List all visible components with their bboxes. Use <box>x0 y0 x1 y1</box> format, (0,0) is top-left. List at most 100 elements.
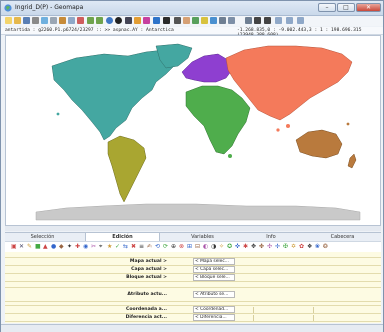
value-column-divider <box>253 307 254 313</box>
diferencia-select-button[interactable]: < Diferencia... <box>193 314 235 321</box>
edit-tool-icon[interactable]: ⟲ <box>155 244 160 250</box>
close-button[interactable]: ✕ <box>356 3 381 12</box>
world-map[interactable] <box>6 36 380 225</box>
table-icon[interactable] <box>68 17 75 24</box>
chart-icon[interactable] <box>77 17 84 24</box>
zoom-out-icon[interactable] <box>96 17 103 24</box>
edit-tool-icon[interactable]: ✠ <box>283 244 288 250</box>
link-icon[interactable] <box>219 17 226 24</box>
mapa-actual-label: Mapa actual > <box>129 259 167 264</box>
app-window: Ingrid_D(P) - Geomapa – □ ✕ antartida: … <box>0 0 384 332</box>
settings-icon[interactable] <box>245 17 252 24</box>
edit-tool-icon[interactable]: ◉ <box>83 244 88 250</box>
app-icon <box>4 4 12 12</box>
open-folder-icon[interactable] <box>14 17 21 24</box>
panel-row-diferencia: Diferencia act... < Diferencia... <box>5 314 381 322</box>
edit-properties-panel: Mapa actual > < Mapa selec... Capa actua… <box>5 252 381 323</box>
contrast-icon[interactable] <box>115 17 122 24</box>
edit-tool-icon[interactable]: ◐ <box>203 244 208 250</box>
edit-tool-icon[interactable]: ✿ <box>299 244 304 250</box>
edit-tool-icon[interactable]: ✥ <box>251 244 256 250</box>
diferencia-label: Diferencia act... <box>125 315 167 320</box>
bloque-select-button[interactable]: < Bloque sele... <box>193 274 235 281</box>
edit-tool-icon[interactable]: ◑ <box>211 244 216 250</box>
edit-tool-icon[interactable]: ▲ <box>43 244 48 250</box>
save-icon[interactable] <box>23 17 30 24</box>
edit-tool-icon[interactable]: ✡ <box>291 244 296 250</box>
help-icon[interactable] <box>228 17 235 24</box>
edit-tool-icon[interactable]: ✂ <box>91 244 96 250</box>
atributo-select-button[interactable]: < Atributo se... <box>193 291 235 298</box>
edit-tool-icon[interactable]: ⇆ <box>123 244 128 250</box>
edit-tool-icon[interactable]: ✎ <box>27 244 32 250</box>
edit-tool-icon[interactable]: ✍ <box>147 244 152 250</box>
pointer-icon[interactable] <box>174 17 181 24</box>
bold-icon[interactable] <box>254 17 261 24</box>
edit-tool-icon[interactable]: ❖ <box>307 244 312 250</box>
info-icon[interactable] <box>210 17 217 24</box>
print-icon[interactable] <box>32 17 39 24</box>
capa-actual-label: Capa actual > <box>131 267 167 272</box>
coordenada-label: Coordenada a... <box>125 307 167 312</box>
edit-tool-icon[interactable]: ✣ <box>267 244 272 250</box>
edit-tool-icon[interactable]: ✓ <box>115 244 120 250</box>
edit-tool-icon[interactable]: ✤ <box>259 244 264 250</box>
island-marker <box>228 154 232 158</box>
edit-tool-icon[interactable]: ⊕ <box>171 244 176 250</box>
extra-tools-icon[interactable] <box>297 17 304 24</box>
mapa-select-button[interactable]: < Mapa selec... <box>193 258 235 265</box>
globe-icon[interactable] <box>106 17 113 24</box>
color-icon[interactable] <box>143 17 150 24</box>
text-icon[interactable] <box>125 17 132 24</box>
map-canvas[interactable] <box>5 35 381 226</box>
window-title: Ingrid_D(P) - Geomapa <box>15 4 84 11</box>
maximize-button[interactable]: □ <box>337 3 355 12</box>
copy-icon[interactable] <box>275 17 282 24</box>
main-toolbar <box>1 16 383 26</box>
edit-tool-icon[interactable]: ✱ <box>243 244 248 250</box>
edit-tool-icon[interactable]: ■ <box>35 244 41 250</box>
format-icon[interactable] <box>286 17 293 24</box>
layers-icon[interactable] <box>41 17 48 24</box>
capa-select-button[interactable]: < Capa selec... <box>193 266 235 273</box>
edit-tool-icon[interactable]: ⌖ <box>99 244 102 250</box>
new-file-icon[interactable] <box>5 17 12 24</box>
star-icon[interactable] <box>201 17 208 24</box>
edit-tool-icon[interactable]: ❀ <box>315 244 320 250</box>
fill-icon[interactable] <box>153 17 160 24</box>
edit-tool-icon[interactable]: ✢ <box>275 244 280 250</box>
edit-tool-icon[interactable]: ◆ <box>59 244 64 250</box>
edit-tool-icon[interactable]: ✜ <box>235 244 240 250</box>
edit-tool-icon[interactable]: ✚ <box>75 244 80 250</box>
atributo-actual-label: Atributo actu... <box>127 292 167 297</box>
hand-icon[interactable] <box>183 17 190 24</box>
edit-tool-icon[interactable]: ✖ <box>131 244 136 250</box>
edit-tool-icon[interactable]: ⊞ <box>187 244 192 250</box>
coordenada-select-button[interactable]: < Coordenad... <box>193 306 235 313</box>
value-column-divider <box>313 307 314 313</box>
zoom-in-icon[interactable] <box>87 17 94 24</box>
edit-tool-icon[interactable]: ▣ <box>11 244 17 250</box>
minimize-button[interactable]: – <box>318 3 336 12</box>
edit-tool-icon[interactable]: ● <box>51 244 56 250</box>
edit-tool-icon[interactable]: ✪ <box>227 244 232 250</box>
edit-tool-icon[interactable]: ⊗ <box>179 244 184 250</box>
edit-tool-icon[interactable]: ⊟ <box>195 244 200 250</box>
edit-tool-icon[interactable]: ✧ <box>219 244 224 250</box>
edit-tool-icon[interactable]: ⟳ <box>163 244 168 250</box>
home-icon[interactable] <box>192 17 199 24</box>
font-icon[interactable] <box>264 17 271 24</box>
island-marker <box>346 122 350 126</box>
panel-row-atributo: Atributo actu... < Atributo se... <box>5 288 381 302</box>
edit-tool-icon[interactable]: ★ <box>107 244 112 250</box>
edit-tool-icon[interactable]: ✕ <box>19 244 24 250</box>
selection-path: antartida : g2260.P1.p6724/23297 :: >> a… <box>5 28 174 33</box>
edit-tool-icon[interactable]: ❂ <box>323 244 328 250</box>
map-scroll-area[interactable] <box>5 226 381 231</box>
select-icon[interactable] <box>163 17 170 24</box>
grid-icon[interactable] <box>50 17 57 24</box>
pencil-icon[interactable] <box>134 17 141 24</box>
edit-tool-icon[interactable]: ≡ <box>139 244 144 250</box>
edit-tool-icon[interactable]: ✦ <box>67 244 72 250</box>
measure-icon[interactable] <box>59 17 66 24</box>
